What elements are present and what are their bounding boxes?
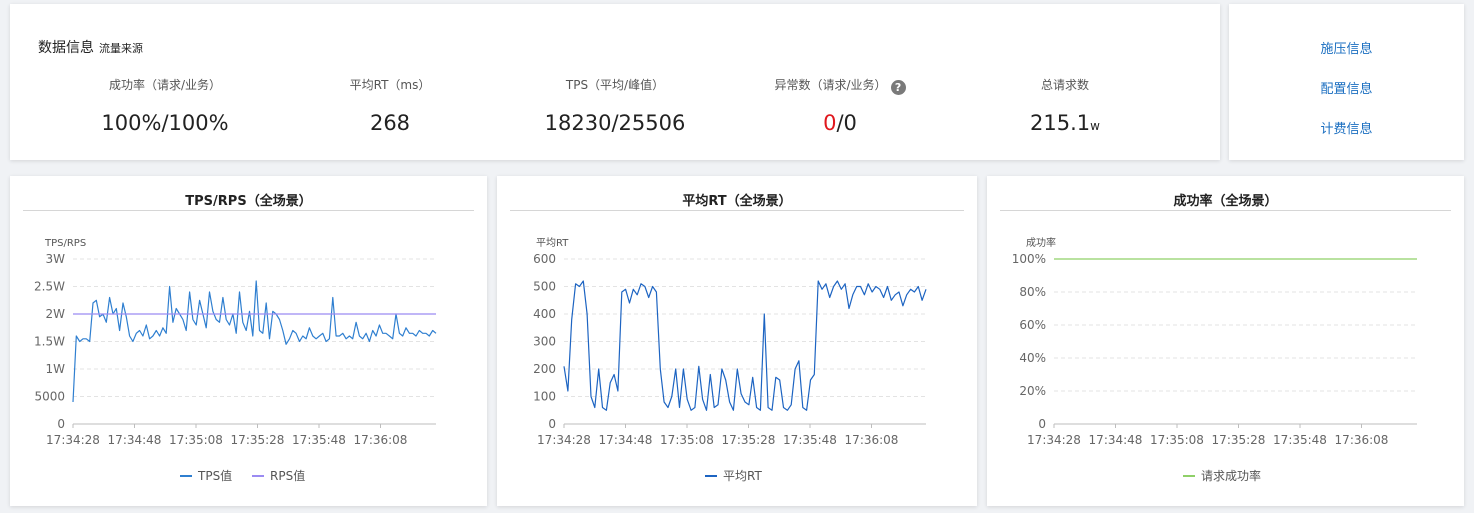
y-tick-label: 2W	[46, 307, 66, 321]
error-count-value: 0	[823, 111, 837, 135]
y-tick-label: 0	[1038, 417, 1046, 431]
x-tick-label: 17:35:28	[722, 433, 776, 447]
y-tick-label: 60%	[1019, 318, 1046, 332]
y-axis-label: TPS/RPS	[44, 238, 86, 249]
metric-label: 平均RT（ms）	[349, 78, 431, 92]
y-tick-label: 100	[533, 390, 556, 404]
y-tick-label: 3W	[46, 252, 66, 266]
y-tick-label: 40%	[1019, 351, 1046, 365]
x-tick-label: 17:35:28	[231, 433, 285, 447]
y-tick-label: 100%	[1012, 252, 1046, 266]
x-tick-label: 17:34:28	[1027, 433, 1081, 447]
x-tick-label: 17:35:48	[783, 433, 837, 447]
metric-label: 总请求数	[1040, 78, 1089, 92]
metric-total-requests: 总请求数 215.1w	[955, 76, 1175, 139]
legend-label: TPS值	[197, 468, 232, 483]
success-rate-chart-card: 成功率（全场景） 成功率 0 20% 40% 60% 80% 100% 17:34:28 17:…	[987, 176, 1464, 506]
total-requests-value: 215.1	[1030, 111, 1091, 135]
y-tick-label: 0	[57, 417, 65, 431]
tps-rps-chart-card: TPS/RPS（全场景） TPS/RPS 0 5000 1W 1.5W 2W 2.5W 3W 1…	[10, 176, 487, 506]
y-tick-label: 0	[548, 417, 556, 431]
avg-rt-chart-card: 平均RT（全场景） 平均RT 0 100 200 300 400 500 600 17:34:2…	[497, 176, 977, 506]
avg-rt-chart: 平均RT 0 100 200 300 400 500 600 17:34:28 17:34:48 1…	[533, 237, 927, 483]
metric-label: 成功率（请求/业务）	[108, 78, 222, 92]
config-info-link[interactable]: 配置信息	[1229, 78, 1464, 97]
x-tick-label: 17:34:48	[599, 433, 653, 447]
x-tick-label: 17:35:48	[1273, 433, 1327, 447]
metric-value: 18230/25506	[544, 111, 686, 135]
y-axis-label: 平均RT	[536, 237, 569, 249]
info-links-card: 施压信息 配置信息 计费信息	[1229, 4, 1464, 160]
y-tick-label: 1.5W	[34, 335, 65, 349]
data-info-card: 数据信息 流量来源 成功率（请求/业务） 100%/100% 平均RT（ms） 2…	[10, 4, 1220, 160]
x-tick-label: 17:35:28	[1212, 433, 1266, 447]
y-tick-label: 5000	[34, 390, 65, 404]
y-tick-label: 20%	[1019, 384, 1046, 398]
data-info-heading: 数据信息	[38, 40, 94, 56]
x-tick-label: 17:35:48	[292, 433, 346, 447]
business-error-count-value: /0	[836, 111, 857, 135]
traffic-source-link[interactable]: 流量来源	[99, 42, 143, 55]
legend-label: RPS值	[270, 468, 305, 483]
metric-success-rate: 成功率（请求/业务） 100%/100%	[55, 76, 275, 136]
data-info-title: 数据信息 流量来源	[38, 37, 143, 57]
y-tick-label: 300	[533, 335, 556, 349]
y-axis-label: 成功率	[1026, 236, 1056, 249]
x-tick-label: 17:34:28	[46, 433, 100, 447]
x-tick-label: 17:35:08	[660, 433, 714, 447]
y-tick-label: 500	[533, 280, 556, 294]
x-tick-label: 17:35:08	[1150, 433, 1204, 447]
y-tick-label: 1W	[46, 362, 66, 376]
series-line	[563, 280, 927, 411]
tps-rps-chart: TPS/RPS 0 5000 1W 1.5W 2W 2.5W 3W 17:34:28 17:34:…	[34, 238, 437, 483]
legend-label: 请求成功率	[1201, 468, 1261, 483]
y-tick-label: 80%	[1019, 285, 1046, 299]
metric-value: 268	[369, 111, 411, 135]
success-rate-chart: 成功率 0 20% 40% 60% 80% 100% 17:34:28 17:34:48 17:3…	[1012, 236, 1417, 483]
legend-label: 平均RT	[723, 469, 762, 483]
metric-label: 异常数（请求/业务）?	[730, 76, 950, 95]
x-tick-label: 17:36:08	[354, 433, 408, 447]
metric-value: 215.1w	[955, 110, 1175, 139]
metric-errors: 异常数（请求/业务）? 0/0	[730, 76, 950, 136]
help-icon[interactable]: ?	[890, 80, 906, 95]
metric-tps: TPS（平均/峰值） 18230/25506	[505, 76, 725, 136]
x-tick-label: 17:34:48	[108, 433, 162, 447]
y-tick-label: 600	[533, 252, 556, 266]
billing-info-link[interactable]: 计费信息	[1229, 118, 1464, 137]
x-tick-label: 17:36:08	[1335, 433, 1389, 447]
y-tick-label: 400	[533, 307, 556, 321]
total-requests-unit: w	[1090, 119, 1100, 133]
metric-label-text: 异常数（请求/业务）	[774, 78, 887, 92]
metric-label: TPS（平均/峰值）	[565, 78, 665, 92]
x-tick-label: 17:36:08	[845, 433, 899, 447]
metric-value: 100%/100%	[101, 111, 229, 135]
x-tick-label: 17:34:28	[537, 433, 591, 447]
pressure-info-link[interactable]: 施压信息	[1229, 38, 1464, 57]
metric-avg-rt: 平均RT（ms） 268	[280, 76, 500, 136]
y-tick-label: 200	[533, 362, 556, 376]
metric-value: 0/0	[730, 110, 950, 136]
x-tick-label: 17:34:48	[1089, 433, 1143, 447]
x-tick-label: 17:35:08	[169, 433, 223, 447]
y-tick-label: 2.5W	[34, 280, 65, 294]
